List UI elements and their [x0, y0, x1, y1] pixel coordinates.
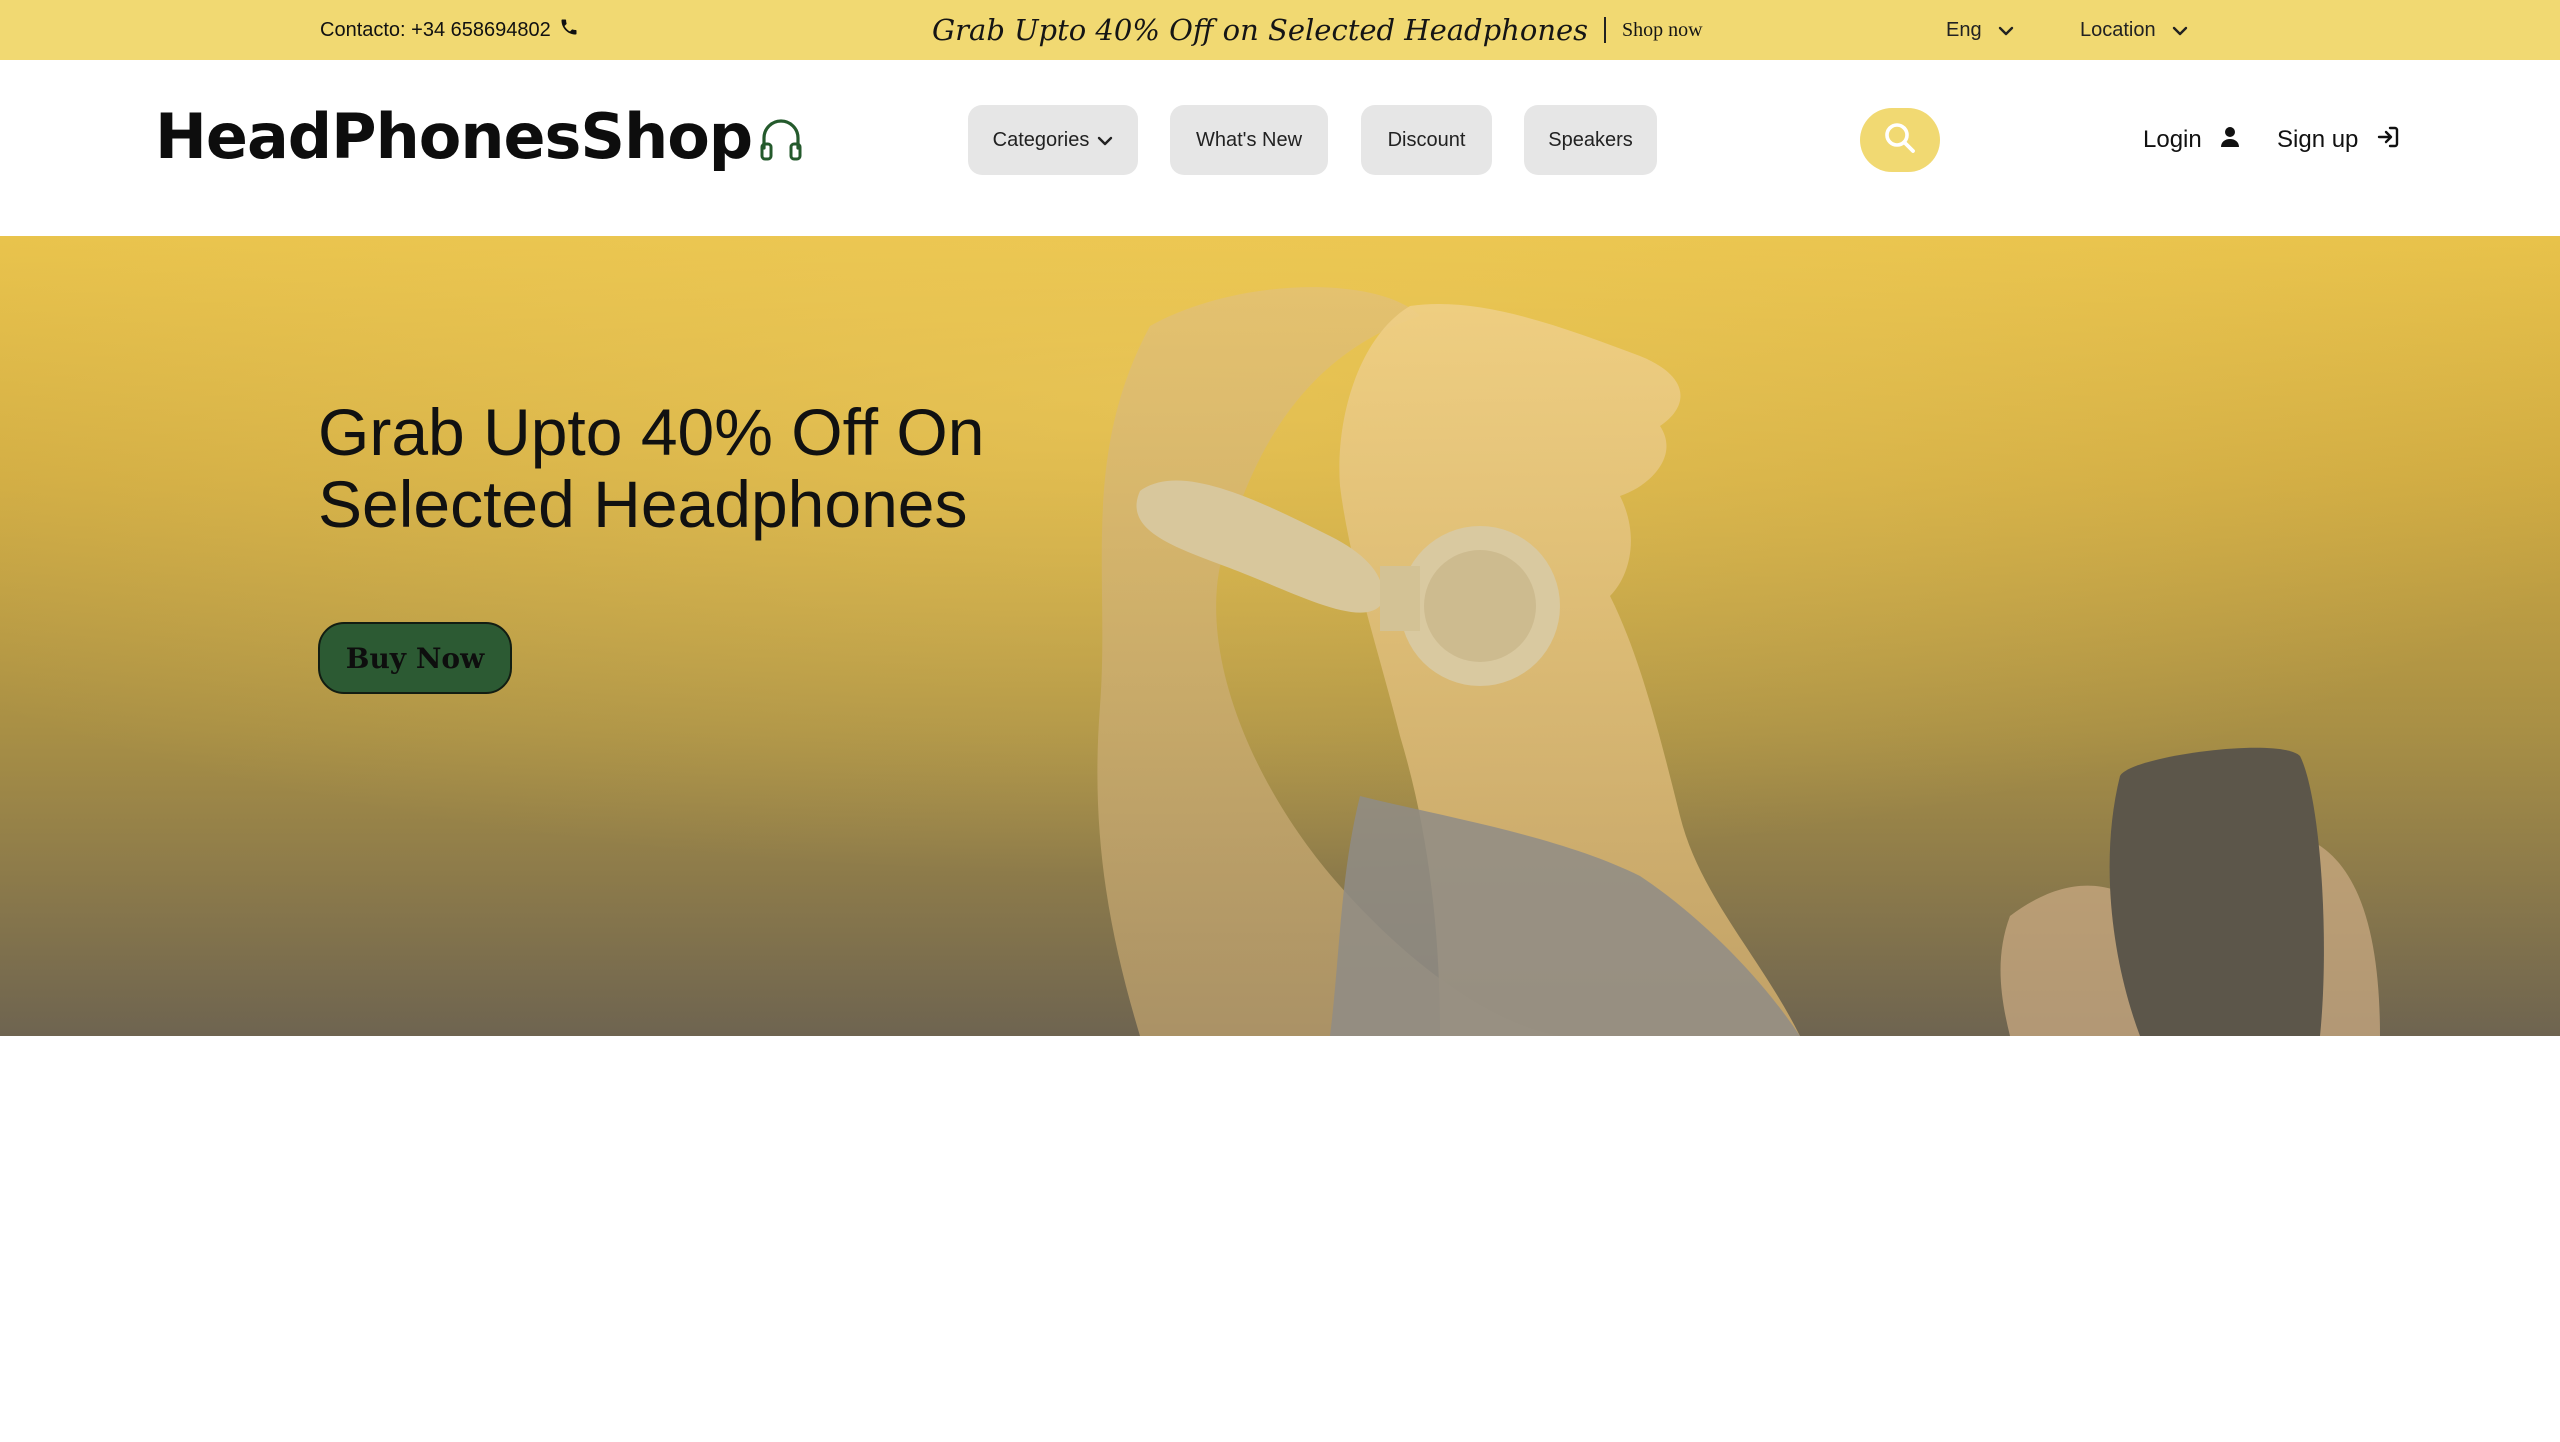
chevron-down-icon [2156, 19, 2188, 42]
nav-whats-new[interactable]: What's New [1170, 105, 1328, 175]
language-selector[interactable]: Eng [1946, 0, 2014, 60]
nav-categories-label: Categories [992, 128, 1090, 151]
chevron-down-icon [1089, 129, 1113, 152]
nav-discount-label: Discount [1387, 128, 1466, 151]
phone-icon [551, 17, 579, 43]
site-header: HeadPhonesShop Categories What's New Dis… [0, 60, 2560, 236]
top-promo-bar: Contacto: +34 658694802 Grab Upto 40% Of… [0, 0, 2560, 60]
signup-label: Sign up [2277, 126, 2359, 153]
contact-text: Contacto: +34 658694802 [320, 18, 551, 41]
nav-whats-new-label: What's New [1195, 128, 1303, 151]
location-label: Location [2080, 18, 2156, 41]
hero-title: Grab Upto 40% Off On Selected Headphones [318, 395, 985, 541]
buy-now-label: Buy Now [345, 641, 485, 675]
login-label: Login [2143, 126, 2202, 153]
chevron-down-icon [1982, 19, 2014, 42]
logo-text: HeadPhonesShop [155, 100, 753, 173]
nav-categories[interactable]: Categories [968, 105, 1138, 175]
location-selector[interactable]: Location [2080, 0, 2188, 60]
login-link[interactable]: Login [2143, 105, 2240, 175]
headphones-icon [752, 106, 804, 167]
nav-discount[interactable]: Discount [1361, 105, 1492, 175]
buy-now-button[interactable]: Buy Now [318, 622, 512, 694]
nav-speakers-label: Speakers [1548, 128, 1633, 151]
search-icon [1883, 121, 1917, 160]
contact-info: Contacto: +34 658694802 [320, 0, 579, 60]
site-logo[interactable]: HeadPhonesShop [155, 100, 804, 173]
shop-now-link[interactable]: Shop now [1622, 19, 1703, 42]
sign-in-icon [2358, 125, 2400, 156]
nav-speakers[interactable]: Speakers [1524, 105, 1657, 175]
search-button[interactable] [1860, 108, 1940, 172]
promo-divider [1604, 17, 1607, 43]
promo-banner: Grab Upto 40% Off on Selected Headphones… [932, 0, 1703, 60]
user-icon [2202, 126, 2240, 155]
language-label: Eng [1946, 18, 1982, 41]
promo-text: Grab Upto 40% Off on Selected Headphones [932, 13, 1589, 47]
signup-link[interactable]: Sign up [2277, 105, 2400, 175]
hero-banner: Grab Upto 40% Off On Selected Headphones… [0, 236, 2560, 1036]
